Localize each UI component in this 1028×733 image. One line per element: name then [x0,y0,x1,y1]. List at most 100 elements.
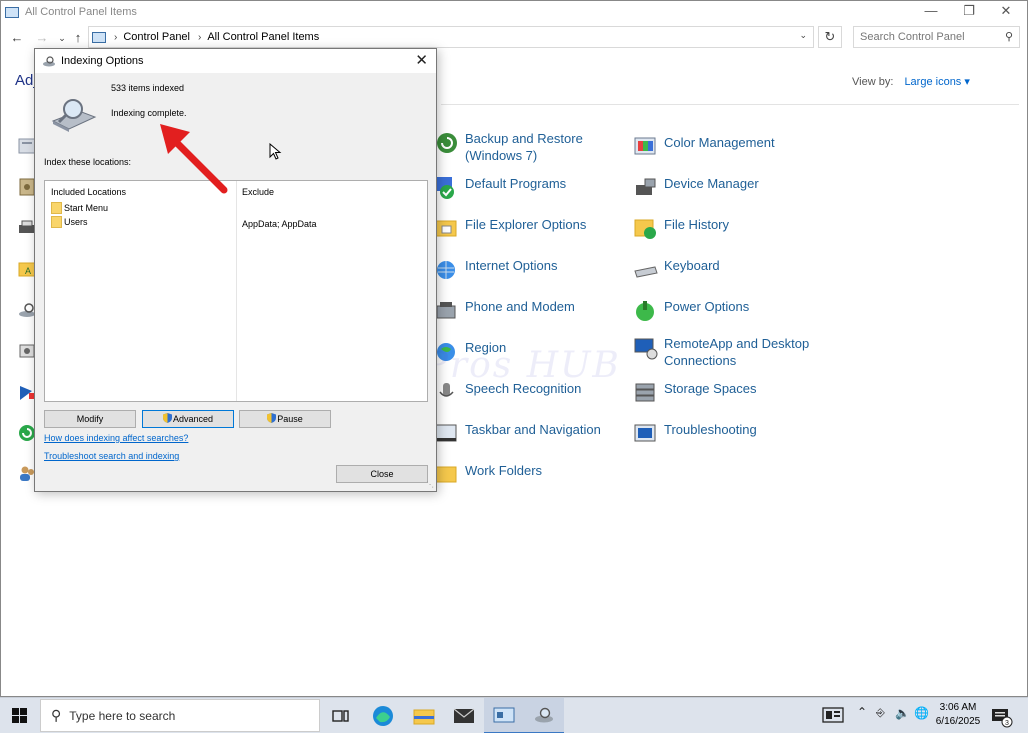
indexing-affect-link[interactable]: How does indexing affect searches? [44,433,188,443]
back-arrow-icon[interactable]: ← [8,28,26,48]
locations-label: Index these locations: [44,157,132,167]
cp-item-label: Taskbar and Navigation [465,422,601,437]
close-button[interactable]: Close [336,465,428,483]
address-box[interactable]: › Control Panel › All Control Panel Item… [88,26,814,48]
cp-item-work-folders[interactable]: Work Folders [434,462,634,488]
breadcrumb-separator-icon[interactable]: › [114,32,117,43]
control-panel-app-icon [5,6,19,18]
cp-item-backup-restore[interactable]: Backup and Restore (Windows 7) [434,130,634,164]
location-name: Users [64,217,88,227]
notifications-icon[interactable]: 3 [990,706,1014,728]
breadcrumb-all-items[interactable]: All Control Panel Items [207,31,319,43]
cp-item-label: Work Folders [465,463,543,478]
search-placeholder: Search Control Panel [860,31,965,43]
cp-item-label: Keyboard [664,258,720,273]
device-manager-icon [636,178,656,195]
folder-icon [51,202,62,214]
address-dropdown-icon[interactable]: ⌄ [799,30,807,41]
taskbar-search-placeholder: Type here to search [69,708,176,723]
network-globe-icon[interactable]: 🌐 [914,706,929,720]
volume-icon[interactable]: 🔈 [895,706,910,720]
window-title: All Control Panel Items [25,6,137,18]
clock-date: 6/16/2025 [935,716,981,727]
cp-item-taskbar-navigation[interactable]: Taskbar and Navigation [434,421,634,447]
dialog-titlebar[interactable]: Indexing Options ✕ [35,49,436,73]
breadcrumb-control-panel[interactable]: Control Panel [123,31,190,43]
notification-count: 3 [1005,720,1009,727]
location-name: Start Menu [64,203,109,213]
taskbar-navigation-icon [435,424,457,442]
locations-list[interactable]: Included Locations Exclude Start Menu Us… [44,180,428,402]
cp-item-internet-options[interactable]: Internet Options [434,257,634,283]
meet-now-icon[interactable]: ⎆ [876,707,885,720]
breadcrumb-separator-icon[interactable]: › [198,32,201,43]
pause-button[interactable]: Pause [239,410,331,428]
taskbar-file-explorer[interactable] [404,698,444,733]
modify-button[interactable]: Modify [44,410,136,428]
location-row[interactable]: Users [51,216,88,228]
cp-item-file-explorer-options[interactable]: File Explorer Options [434,216,634,242]
view-by-label: View by: [852,76,894,88]
file-explorer-icon [413,709,435,725]
taskbar-indexing-options[interactable] [524,698,564,733]
minimize-button[interactable]: — [912,1,950,23]
refresh-button[interactable]: ↻ [818,26,842,48]
forward-arrow-icon[interactable]: → [33,28,51,48]
view-by-dropdown[interactable]: Large icons ▾ [904,76,969,88]
cp-item-phone-modem[interactable]: Phone and Modem [434,298,634,324]
cp-item-storage-spaces[interactable]: Storage Spaces [633,380,833,406]
maximize-button[interactable]: ❐ [950,1,988,23]
cp-item-default-programs[interactable]: Default Programs [434,175,634,201]
cp-item-power-options[interactable]: Power Options [633,298,833,324]
search-icon[interactable]: ⚲ [1005,27,1013,47]
items-indexed-count: 533 items indexed [111,83,185,93]
close-window-button[interactable]: ✕ [987,1,1025,23]
up-arrow-icon[interactable]: ↑ [69,28,87,48]
search-icon: ⚲ [51,707,62,723]
taskbar-edge[interactable] [363,698,403,733]
resize-grip-icon[interactable]: ⋱ [426,480,434,489]
header-divider [441,104,1019,105]
troubleshoot-link[interactable]: Troubleshoot search and indexing [44,451,179,461]
edge-icon [373,706,393,726]
clock-time: 3:06 AM [939,702,977,713]
file-history-icon [634,219,656,239]
mail-envelope-icon [453,708,475,723]
taskbar-mail[interactable] [444,698,484,733]
remoteapp-icon [634,338,658,360]
location-row[interactable]: Start Menu [51,202,108,214]
news-widget-icon[interactable] [822,707,844,723]
cp-item-label: Power Options [664,299,750,314]
control-panel-icon [92,31,106,43]
taskbar-clock[interactable]: 3:06 AM 6/16/2025 [934,701,982,729]
backup-restore-icon [437,133,457,153]
column-header-exclude[interactable]: Exclude [242,187,274,197]
window-titlebar[interactable]: All Control Panel Items — ❐ ✕ [1,1,1027,23]
taskbar-control-panel[interactable] [484,698,524,733]
cp-item-label: Troubleshooting [664,422,757,437]
column-divider[interactable] [236,181,237,401]
cp-item-troubleshooting[interactable]: Troubleshooting [633,421,833,447]
column-header-included[interactable]: Included Locations [51,187,126,197]
cp-item-label: RemoteApp and Desktop Connections [664,336,810,368]
storage-spaces-icon [635,383,655,402]
cp-item-label: File Explorer Options [465,217,587,232]
advanced-button[interactable]: Advanced [142,410,234,428]
taskbar-search-box[interactable]: ⚲ Type here to search [40,699,320,732]
task-view-icon [332,710,349,722]
exclude-value: AppData; AppData [242,219,317,229]
windows-start-icon[interactable] [0,698,40,733]
cp-item-remoteapp[interactable]: RemoteApp and Desktop Connections [633,335,853,369]
cp-item-device-manager[interactable]: Device Manager [633,175,833,201]
cp-item-color-management[interactable]: Color Management [633,134,833,160]
cp-item-label: Device Manager [664,176,759,191]
cp-item-label: Default Programs [465,176,567,191]
task-view-button[interactable] [321,698,361,733]
cp-item-file-history[interactable]: File History [633,216,833,242]
search-input[interactable]: Search Control Panel ⚲ [853,26,1020,48]
red-arrow-annotation [160,124,228,194]
show-hidden-icons-chevron-icon[interactable]: ⌃ [857,705,867,719]
close-icon[interactable]: ✕ [415,51,428,69]
power-options-icon [636,301,654,321]
cp-item-keyboard[interactable]: Keyboard [633,257,833,283]
